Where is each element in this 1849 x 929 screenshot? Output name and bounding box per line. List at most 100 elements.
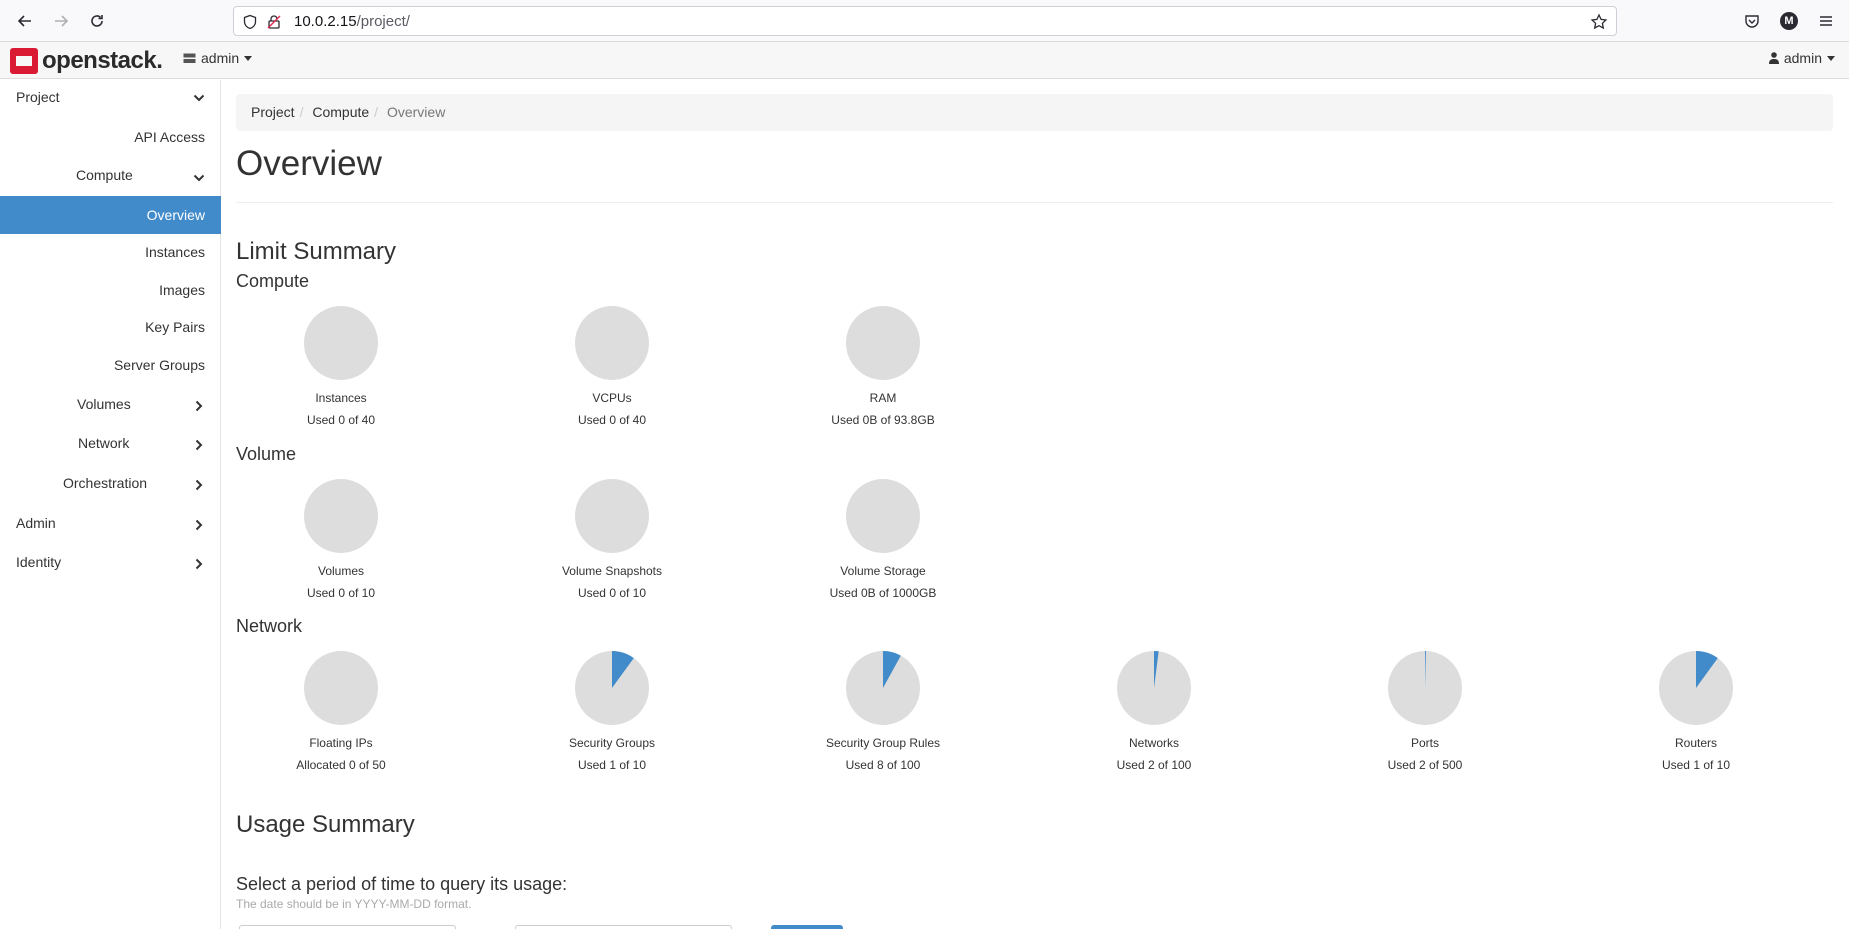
- arrow-right-icon: [55, 15, 69, 27]
- pie-chart: [1388, 650, 1462, 725]
- usage-chart-value: Used 1 of 10: [577, 758, 647, 772]
- usage-chart-value: Used 0 of 40: [577, 413, 647, 427]
- start-date-input[interactable]: [239, 925, 456, 929]
- hamburger-menu-icon[interactable]: [1815, 10, 1837, 32]
- pie-chart: [575, 479, 649, 553]
- sidebar-item-admin[interactable]: Admin: [0, 512, 221, 534]
- usage-chart-security-groups: Security Groups Used 1 of 10: [527, 650, 697, 772]
- pie-background: [304, 479, 378, 553]
- usage-chart-volume-storage: Volume Storage Used 0B of 1000GB: [798, 478, 968, 600]
- usage-chart-instances: Instances Used 0 of 40: [256, 305, 426, 427]
- sidebar-item-label: Network: [78, 435, 130, 451]
- usage-chart-value: Used 0B of 1000GB: [829, 586, 937, 600]
- reload-button[interactable]: [84, 8, 110, 34]
- pie-background: [304, 651, 378, 725]
- usage-chart-value: Allocated 0 of 50: [296, 758, 386, 772]
- usage-chart-volumes: Volumes Used 0 of 10: [256, 478, 426, 600]
- sidebar-item-api-access[interactable]: API Access: [0, 126, 221, 148]
- usage-chart-title: Security Group Rules: [825, 736, 941, 750]
- sidebar-item-label: Compute: [76, 167, 133, 183]
- sidebar-item-label: Overview: [146, 207, 205, 223]
- sidebar-item-label: Instances: [145, 244, 205, 260]
- url-text: 10.0.2.15/project/: [294, 13, 410, 30]
- sidebar-item-project[interactable]: Project: [0, 86, 221, 108]
- user-menu[interactable]: admin: [1768, 50, 1835, 66]
- bookmark-star-icon[interactable]: [1590, 13, 1608, 31]
- sidebar-item-compute[interactable]: Compute: [0, 164, 221, 186]
- sidebar-item-overview[interactable]: Overview: [0, 196, 221, 234]
- chevron-right-icon: [195, 479, 203, 491]
- date-format-help: The date should be in YYYY-MM-DD format.: [236, 897, 472, 911]
- chevron-right-icon: [195, 439, 203, 451]
- usage-chart-title: Floating IPs: [309, 736, 373, 750]
- user-name: admin: [1783, 50, 1822, 66]
- sidebar-item-label: Server Groups: [113, 357, 205, 373]
- sidebar-item-label: Images: [159, 282, 205, 298]
- pocket-icon[interactable]: [1741, 10, 1763, 32]
- usage-chart-networks: Networks Used 2 of 100: [1069, 650, 1239, 772]
- limit-summary-heading: Limit Summary: [236, 238, 397, 265]
- breadcrumb-separator: /: [299, 104, 304, 120]
- sidebar-item-label: Project: [16, 89, 60, 105]
- url-host: 10.0.2.15: [294, 13, 357, 30]
- shield-icon: [243, 14, 257, 30]
- usage-chart-vcpus: VCPUs Used 0 of 40: [527, 305, 697, 427]
- usage-chart-title: Networks: [1128, 736, 1179, 750]
- forward-button[interactable]: [48, 8, 74, 34]
- chevron-down-icon: [193, 94, 205, 102]
- breadcrumb-project[interactable]: Project: [251, 104, 295, 120]
- project-picker[interactable]: admin: [183, 50, 253, 66]
- pie-chart: [304, 651, 378, 725]
- usage-chart-title: Security Groups: [568, 736, 656, 750]
- usage-chart-title: Volume Storage: [840, 564, 926, 578]
- submit-button[interactable]: [771, 925, 843, 929]
- account-icon[interactable]: M: [1778, 10, 1800, 32]
- usage-chart-title: RAM: [869, 391, 897, 405]
- usage-chart-value: Used 2 of 100: [1116, 758, 1192, 772]
- sidebar-item-label: Admin: [16, 515, 56, 531]
- usage-chart-value: Used 0B of 93.8GB: [831, 413, 935, 427]
- compute-heading: Compute: [236, 271, 310, 291]
- pie-chart: [846, 306, 920, 380]
- pie-chart: [304, 306, 378, 380]
- usage-chart-title: VCPUs: [592, 391, 632, 405]
- insecure-lock-icon: [267, 15, 281, 29]
- usage-chart-ram: RAM Used 0B of 93.8GB: [798, 305, 968, 427]
- url-path: /project/: [356, 13, 410, 30]
- chevron-right-icon: [195, 558, 203, 570]
- project-name: admin: [201, 50, 240, 66]
- sidebar-item-server-groups[interactable]: Server Groups: [0, 354, 221, 376]
- pie-background: [575, 479, 649, 553]
- usage-chart-value: Used 0 of 40: [306, 413, 376, 427]
- openstack-logo[interactable]: openstack.: [10, 47, 163, 75]
- sidebar-item-key-pairs[interactable]: Key Pairs: [0, 316, 221, 338]
- end-date-input[interactable]: [515, 925, 732, 929]
- server-icon: [183, 53, 196, 63]
- sidebar-item-instances[interactable]: Instances: [0, 241, 221, 263]
- usage-chart-title: Routers: [1674, 736, 1718, 750]
- address-bar[interactable]: 10.0.2.15/project/: [233, 6, 1617, 36]
- sidebar-item-orchestration[interactable]: Orchestration: [0, 472, 221, 494]
- pie-chart: [846, 651, 920, 725]
- pie-chart: [304, 479, 378, 553]
- usage-summary-heading: Usage Summary: [236, 811, 415, 838]
- usage-chart-value: Used 1 of 10: [1661, 758, 1731, 772]
- sidebar-item-images[interactable]: Images: [0, 279, 221, 301]
- pie-background: [304, 306, 378, 380]
- sidebar-item-volumes[interactable]: Volumes: [0, 393, 221, 415]
- usage-chart-value: Used 0 of 10: [577, 586, 647, 600]
- back-button[interactable]: [12, 8, 38, 34]
- sidebar-item-label: Key Pairs: [145, 319, 205, 335]
- usage-chart-title: Ports: [1410, 736, 1439, 750]
- usage-chart-volume-snapshots: Volume Snapshots Used 0 of 10: [527, 478, 697, 600]
- breadcrumb-compute[interactable]: Compute: [312, 104, 369, 120]
- sidebar-item-network[interactable]: Network: [0, 432, 221, 454]
- chevron-right-icon: [195, 519, 203, 531]
- pie-chart: [575, 306, 649, 380]
- sidebar: Project API Access Compute Overview Inst…: [0, 80, 221, 929]
- pie-chart: [575, 651, 649, 725]
- sidebar-item-identity[interactable]: Identity: [0, 551, 221, 573]
- arrow-left-icon: [17, 15, 31, 27]
- usage-chart-title: Volumes: [317, 564, 365, 578]
- reload-icon: [91, 15, 103, 27]
